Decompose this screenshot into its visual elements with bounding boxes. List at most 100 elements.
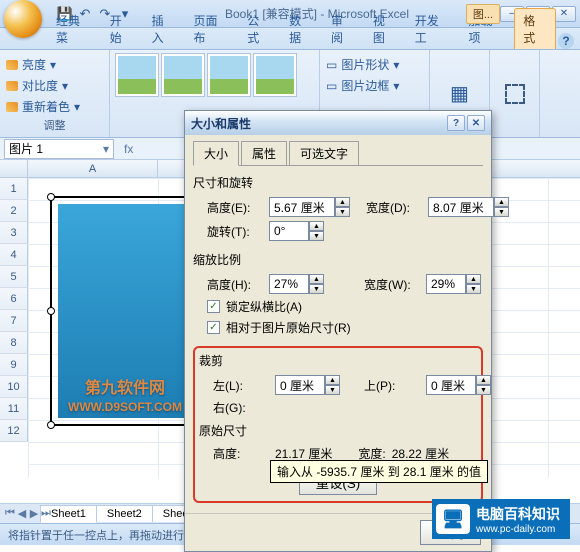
- spin-up-icon[interactable]: ▲: [476, 375, 491, 385]
- spin-up-icon[interactable]: ▲: [325, 375, 340, 385]
- crop-icon[interactable]: [505, 84, 525, 104]
- spin-down-icon[interactable]: ▼: [466, 284, 481, 294]
- recolor-icon: [6, 102, 18, 112]
- crop-left-field[interactable]: [275, 375, 325, 395]
- row-header[interactable]: 1: [0, 178, 28, 200]
- select-all-corner[interactable]: [0, 160, 28, 177]
- pic-style-thumb[interactable]: [116, 54, 158, 96]
- crop-top-input[interactable]: ▲▼: [426, 375, 491, 395]
- contextual-tab-label: 图...: [466, 4, 500, 24]
- spin-down-icon[interactable]: ▼: [325, 385, 340, 395]
- dialog-tab-size[interactable]: 大小: [193, 141, 239, 166]
- spin-up-icon[interactable]: ▲: [309, 221, 324, 231]
- arrange-icon[interactable]: ▦: [450, 81, 469, 106]
- rotate-field[interactable]: [269, 221, 309, 241]
- name-box-dropdown-icon[interactable]: ▾: [103, 142, 109, 156]
- tab-formulas[interactable]: 公式: [239, 9, 279, 49]
- sheet-nav-prev-icon[interactable]: ◀: [16, 507, 28, 520]
- width-label: 宽度(D):: [366, 199, 422, 216]
- spin-up-icon[interactable]: ▲: [335, 197, 350, 207]
- dialog-titlebar[interactable]: 大小和属性 ? ✕: [185, 111, 491, 135]
- width-field[interactable]: [428, 197, 494, 217]
- row-header[interactable]: 2: [0, 200, 28, 222]
- dialog-tab-props[interactable]: 属性: [241, 141, 287, 166]
- pic-border-button[interactable]: ▭ 图片边框 ▾: [326, 75, 423, 96]
- name-box[interactable]: 图片 1 ▾: [4, 139, 114, 159]
- row-header[interactable]: 9: [0, 354, 28, 376]
- sheet-tab[interactable]: Sheet2: [96, 505, 153, 522]
- pic-style-thumb[interactable]: [254, 54, 296, 96]
- tab-developer[interactable]: 开发工: [407, 9, 459, 49]
- pic-shape-label: 图片形状: [341, 56, 389, 73]
- column-header[interactable]: A: [28, 160, 158, 177]
- pic-style-thumb[interactable]: [162, 54, 204, 96]
- pic-style-thumb[interactable]: [208, 54, 250, 96]
- tab-layout[interactable]: 页面布: [186, 9, 238, 49]
- fieldset-orig: 原始尺寸 高度: 21.17 厘米 宽度: 28.22 厘米 重设(S): [199, 422, 477, 495]
- relative-checkbox[interactable]: ✓相对于图片原始尺寸(R): [193, 317, 483, 338]
- tab-insert[interactable]: 插入: [144, 9, 184, 49]
- spin-down-icon[interactable]: ▼: [335, 207, 350, 217]
- relative-label: 相对于图片原始尺寸(R): [226, 319, 351, 336]
- height-label: 高度(E):: [207, 199, 263, 216]
- dialog-help-button[interactable]: ?: [447, 115, 465, 131]
- spin-down-icon[interactable]: ▼: [309, 284, 324, 294]
- tab-data[interactable]: 数据: [281, 9, 321, 49]
- width-input[interactable]: ▲▼: [428, 197, 509, 217]
- crop-left-input[interactable]: ▲▼: [275, 375, 340, 395]
- fx-icon[interactable]: fx: [118, 142, 139, 156]
- height-field[interactable]: [269, 197, 335, 217]
- size-dialog: 大小和属性 ? ✕ 大小 属性 可选文字 尺寸和旋转 高度(E): ▲▼ 宽度(…: [184, 110, 492, 552]
- row-header[interactable]: 5: [0, 266, 28, 288]
- row-header[interactable]: 6: [0, 288, 28, 310]
- tab-review[interactable]: 审阅: [323, 9, 363, 49]
- resize-handle[interactable]: [47, 421, 55, 429]
- tab-view[interactable]: 视图: [365, 9, 405, 49]
- height-input[interactable]: ▲▼: [269, 197, 350, 217]
- tooltip: 输入从 -5935.7 厘米 到 28.1 厘米 的值: [270, 460, 488, 483]
- tab-classic[interactable]: 经典菜: [48, 9, 100, 49]
- tab-format[interactable]: 格式: [514, 8, 556, 49]
- row-header[interactable]: 4: [0, 244, 28, 266]
- site-banner: 🖥 电脑百科知识 www.pc-daily.com: [432, 499, 570, 539]
- resize-handle[interactable]: [47, 193, 55, 201]
- lock-ratio-checkbox[interactable]: ✓锁定纵横比(A): [193, 296, 483, 317]
- recolor-button[interactable]: 重新着色 ▾: [6, 96, 103, 117]
- spin-up-icon[interactable]: ▲: [466, 274, 481, 284]
- fieldset-orig-title: 原始尺寸: [199, 422, 477, 439]
- spin-down-icon[interactable]: ▼: [476, 385, 491, 395]
- name-box-value: 图片 1: [9, 140, 43, 157]
- spin-up-icon[interactable]: ▲: [494, 197, 509, 207]
- resize-handle[interactable]: [47, 307, 55, 315]
- row-header[interactable]: 12: [0, 420, 28, 442]
- row-header[interactable]: 10: [0, 376, 28, 398]
- scale-width-field[interactable]: [426, 274, 466, 294]
- help-icon[interactable]: ?: [558, 33, 574, 49]
- row-header[interactable]: 7: [0, 310, 28, 332]
- contrast-button[interactable]: 对比度 ▾: [6, 75, 103, 96]
- scale-height-field[interactable]: [269, 274, 309, 294]
- fieldset-scale: 缩放比例 高度(H): ▲▼ 宽度(W): ▲▼ ✓锁定纵横比(A) ✓相对于图…: [193, 251, 483, 338]
- sheet-nav-next-icon[interactable]: ▶: [28, 507, 40, 520]
- row-headers: 1 2 3 4 5 6 7 8 9 10 11 12: [0, 178, 28, 442]
- sheet-nav-last-icon[interactable]: ⏭: [40, 507, 52, 520]
- sheet-nav-first-icon[interactable]: ⏮: [4, 507, 16, 520]
- row-header[interactable]: 8: [0, 332, 28, 354]
- scale-height-label: 高度(H):: [207, 276, 263, 293]
- scale-height-input[interactable]: ▲▼: [269, 274, 324, 294]
- scale-width-input[interactable]: ▲▼: [426, 274, 481, 294]
- crop-top-field[interactable]: [426, 375, 476, 395]
- pic-shape-button[interactable]: ▭ 图片形状 ▾: [326, 54, 423, 75]
- brightness-button[interactable]: 亮度 ▾: [6, 54, 103, 75]
- office-button[interactable]: [4, 0, 42, 38]
- dialog-tab-alttext[interactable]: 可选文字: [289, 141, 359, 166]
- watermark: 第九软件网WWW.D9SOFT.COM: [68, 374, 182, 416]
- row-header[interactable]: 3: [0, 222, 28, 244]
- spin-down-icon[interactable]: ▼: [494, 207, 509, 217]
- tab-home[interactable]: 开始: [102, 9, 142, 49]
- row-header[interactable]: 11: [0, 398, 28, 420]
- rotate-input[interactable]: ▲▼: [269, 221, 324, 241]
- spin-down-icon[interactable]: ▼: [309, 231, 324, 241]
- dialog-close-button[interactable]: ✕: [467, 115, 485, 131]
- spin-up-icon[interactable]: ▲: [309, 274, 324, 284]
